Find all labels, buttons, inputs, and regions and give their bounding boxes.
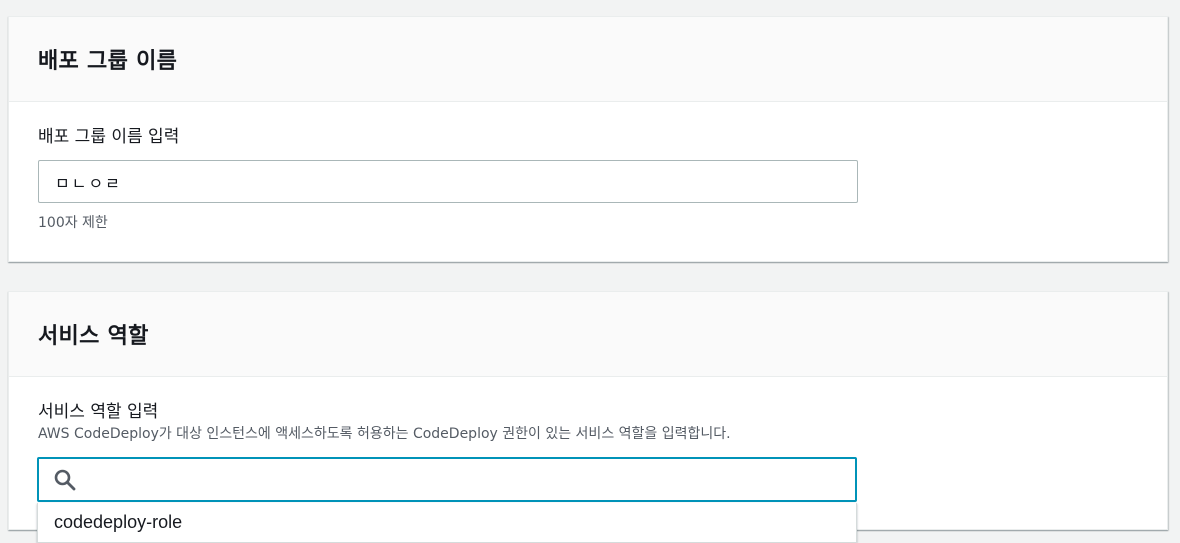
- service-role-title: 서비스 역할: [38, 324, 149, 349]
- deployment-group-title: 배포 그룹 이름: [38, 49, 178, 74]
- dropdown-option-codedeploy-role[interactable]: codedeploy-role: [38, 503, 856, 543]
- service-role-dropdown: codedeploy-role: [37, 503, 857, 543]
- service-role-search-field[interactable]: [37, 457, 857, 502]
- service-role-search-input[interactable]: [77, 459, 855, 500]
- deployment-group-name-input[interactable]: [38, 160, 858, 203]
- search-icon: [39, 459, 77, 500]
- service-role-description: AWS CodeDeploy가 대상 인스턴스에 액세스하도록 허용하는 Cod…: [38, 426, 731, 442]
- deployment-group-name-label: 배포 그룹 이름 입력: [38, 127, 180, 147]
- service-role-label: 서비스 역할 입력: [38, 402, 159, 422]
- service-role-header: 서비스 역할: [9, 292, 1167, 377]
- deployment-group-name-hint: 100자 제한: [38, 215, 108, 231]
- deployment-group-body: 배포 그룹 이름 입력 100자 제한: [9, 102, 1167, 232]
- deployment-group-header: 배포 그룹 이름: [9, 17, 1167, 102]
- service-role-body: 서비스 역할 입력 AWS CodeDeploy가 대상 인스턴스에 액세스하도…: [9, 377, 1167, 443]
- deployment-group-panel: 배포 그룹 이름 배포 그룹 이름 입력 100자 제한: [8, 16, 1168, 262]
